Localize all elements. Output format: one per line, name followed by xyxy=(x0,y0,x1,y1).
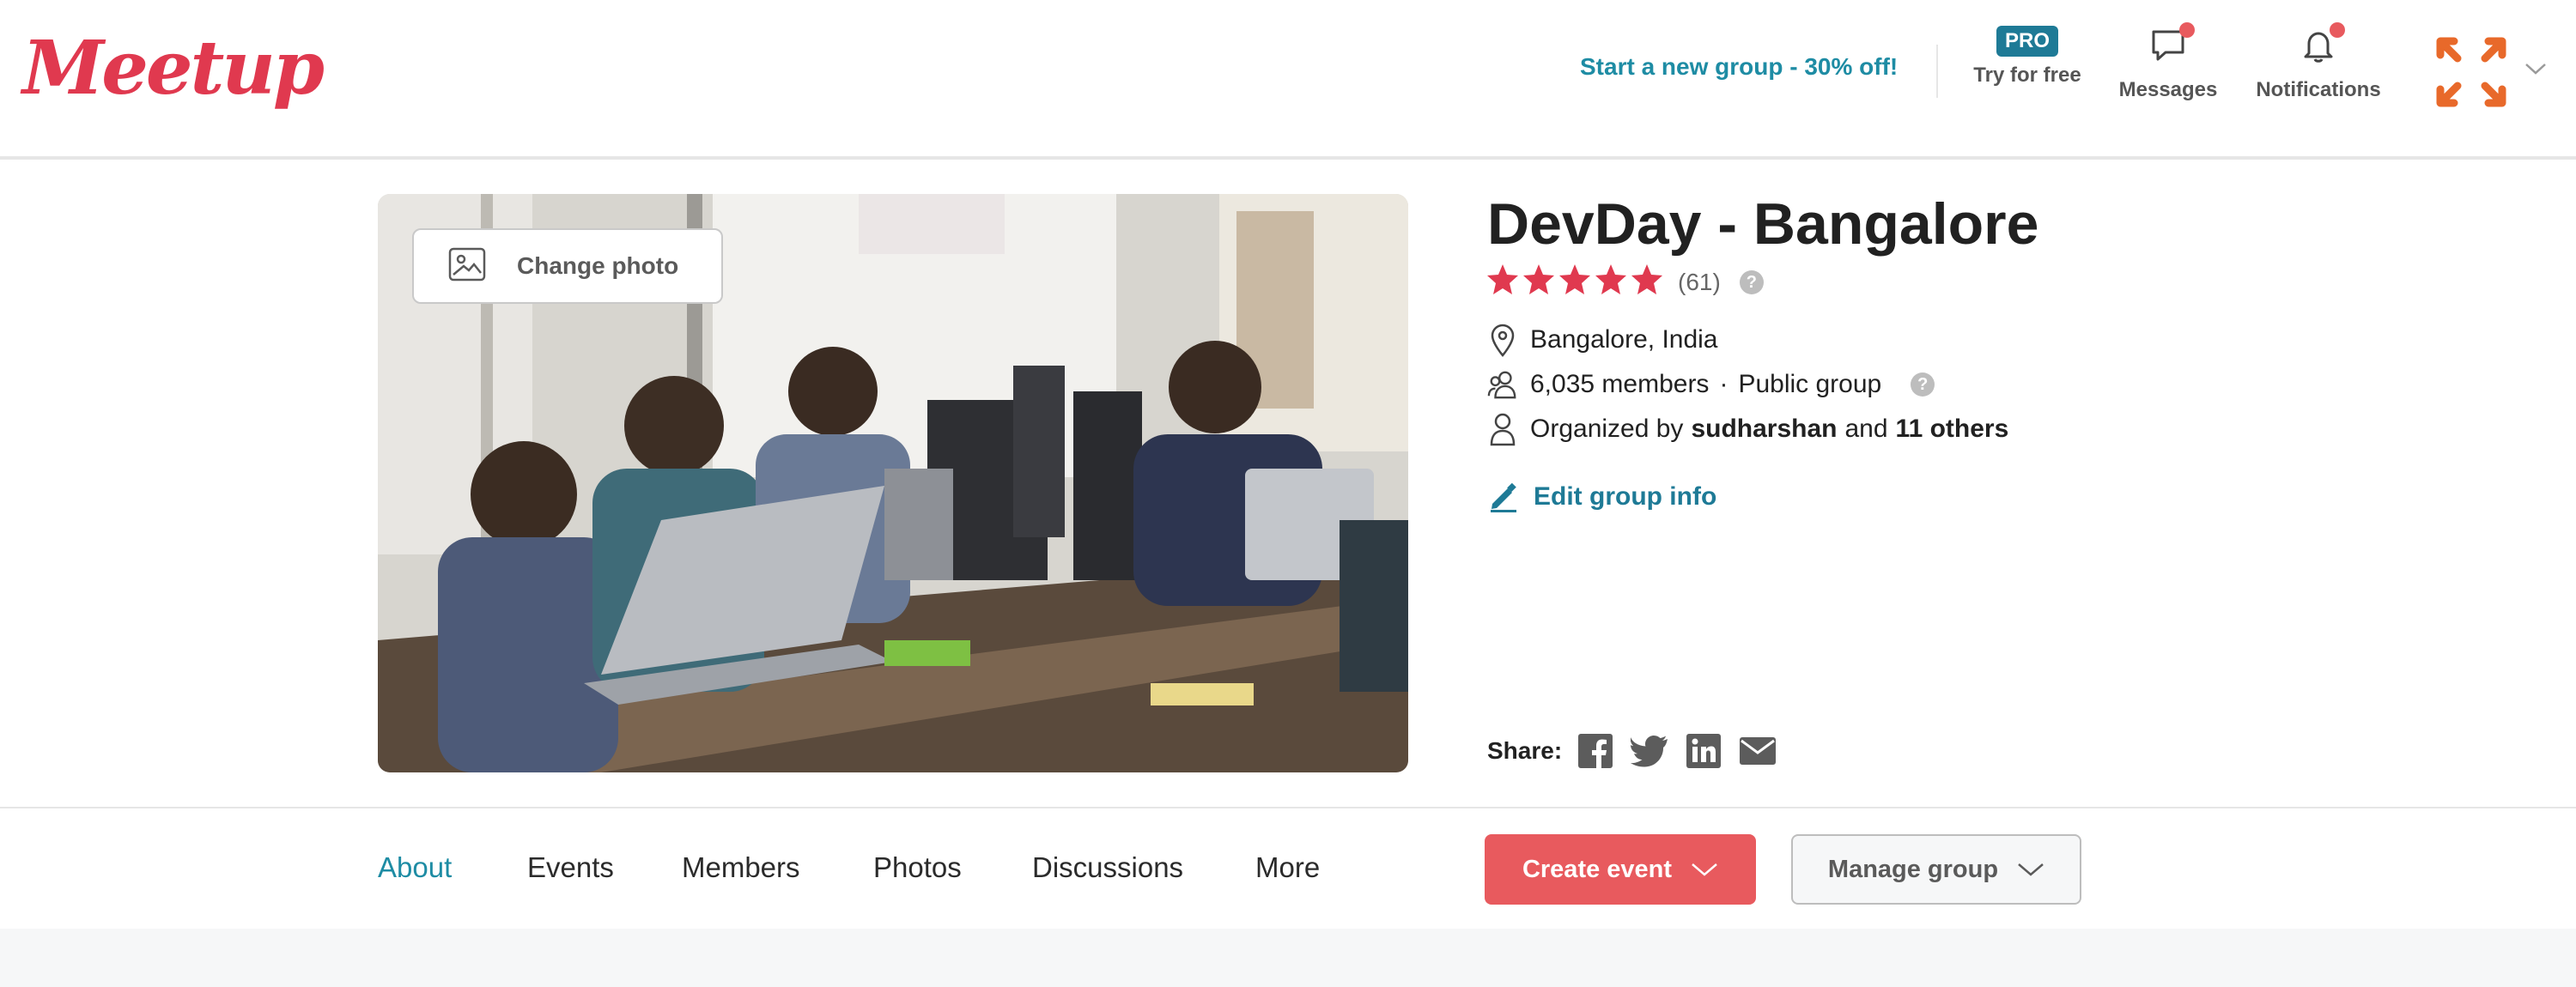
edit-group-info-link[interactable]: Edit group info xyxy=(1487,481,1716,513)
manage-group-button[interactable]: Manage group xyxy=(1791,834,2081,905)
members-row: 6,035 members · Public group ? xyxy=(1487,367,1935,402)
group-tab-bar: About Events Members Photos Discussions … xyxy=(0,807,2576,930)
message-icon xyxy=(2148,22,2195,65)
edit-group-info-label: Edit group info xyxy=(1534,482,1717,511)
notifications-label: Notifications xyxy=(2256,78,2381,101)
group-type-help-icon[interactable]: ? xyxy=(1911,372,1935,397)
tab-discussions[interactable]: Discussions xyxy=(1032,851,1183,884)
chevron-down-icon xyxy=(2017,862,2044,877)
pencil-icon xyxy=(1487,481,1520,513)
facebook-icon[interactable] xyxy=(1577,733,1613,769)
star-rating-icon xyxy=(1487,263,1668,301)
messages-label: Messages xyxy=(2118,78,2218,101)
organized-by-label: Organized by xyxy=(1530,415,1684,443)
change-photo-button[interactable]: Change photo xyxy=(412,228,723,304)
try-pro-button[interactable]: PRO Try for free xyxy=(1971,26,2083,88)
other-organizers-link[interactable]: 11 others xyxy=(1896,415,2009,444)
change-photo-label: Change photo xyxy=(517,252,679,279)
share-label: Share: xyxy=(1487,737,1563,764)
share-row: Share: xyxy=(1487,733,1794,769)
create-event-button[interactable]: Create event xyxy=(1485,834,1756,905)
group-cover-photo: Change photo xyxy=(378,194,1408,772)
create-event-label: Create event xyxy=(1522,855,1673,883)
notifications-button[interactable]: Notifications xyxy=(2251,22,2385,102)
top-navigation-bar: Meetup Start a new group - 30% off! PRO … xyxy=(0,0,2576,160)
pro-badge: PRO xyxy=(1996,26,2058,57)
members-separator: · xyxy=(1719,370,1728,398)
email-icon[interactable] xyxy=(1739,736,1777,766)
tab-members[interactable]: Members xyxy=(682,851,800,884)
messages-button[interactable]: Messages xyxy=(2117,22,2219,102)
image-icon xyxy=(448,247,486,286)
user-avatar[interactable] xyxy=(2432,33,2511,112)
messages-unread-dot xyxy=(2179,22,2195,38)
location-row: Bangalore, India xyxy=(1487,323,1718,357)
person-icon xyxy=(1487,412,1518,446)
start-new-group-link[interactable]: Start a new group - 30% off! xyxy=(1580,53,1898,81)
group-type: Public group xyxy=(1738,370,1882,398)
location-pin-icon xyxy=(1487,323,1518,357)
page-content-background xyxy=(0,929,2576,987)
location-text[interactable]: Bangalore, India xyxy=(1530,325,1718,354)
tab-about[interactable]: About xyxy=(378,851,452,884)
rating-count[interactable]: (61) xyxy=(1678,269,1721,296)
header-divider xyxy=(1936,45,1938,98)
linkedin-icon[interactable] xyxy=(1686,733,1722,769)
members-icon xyxy=(1487,367,1518,402)
tab-photos[interactable]: Photos xyxy=(873,851,962,884)
try-for-free-label: Try for free xyxy=(1973,64,2081,87)
chevron-down-icon xyxy=(1691,862,1718,877)
members-count[interactable]: 6,035 members xyxy=(1530,370,1709,399)
tab-events[interactable]: Events xyxy=(527,851,614,884)
organizer-name[interactable]: sudharshan xyxy=(1691,415,1837,444)
manage-group-label: Manage group xyxy=(1827,855,1999,883)
meetup-logo[interactable]: Meetup xyxy=(22,26,325,112)
group-rating: (61) ? xyxy=(1487,263,1764,301)
organizer-row: Organized by sudharshan and 11 others xyxy=(1487,412,2008,446)
profile-menu-chevron-down-icon[interactable] xyxy=(2524,62,2547,80)
organized-and-label: and xyxy=(1844,415,1888,443)
rating-help-icon[interactable]: ? xyxy=(1739,269,1764,294)
notifications-unread-dot xyxy=(2330,22,2345,38)
tab-more[interactable]: More xyxy=(1255,851,1320,884)
bell-icon xyxy=(2299,22,2345,65)
group-title: DevDay - Bangalore xyxy=(1487,191,2039,257)
twitter-icon[interactable] xyxy=(1631,735,1668,767)
